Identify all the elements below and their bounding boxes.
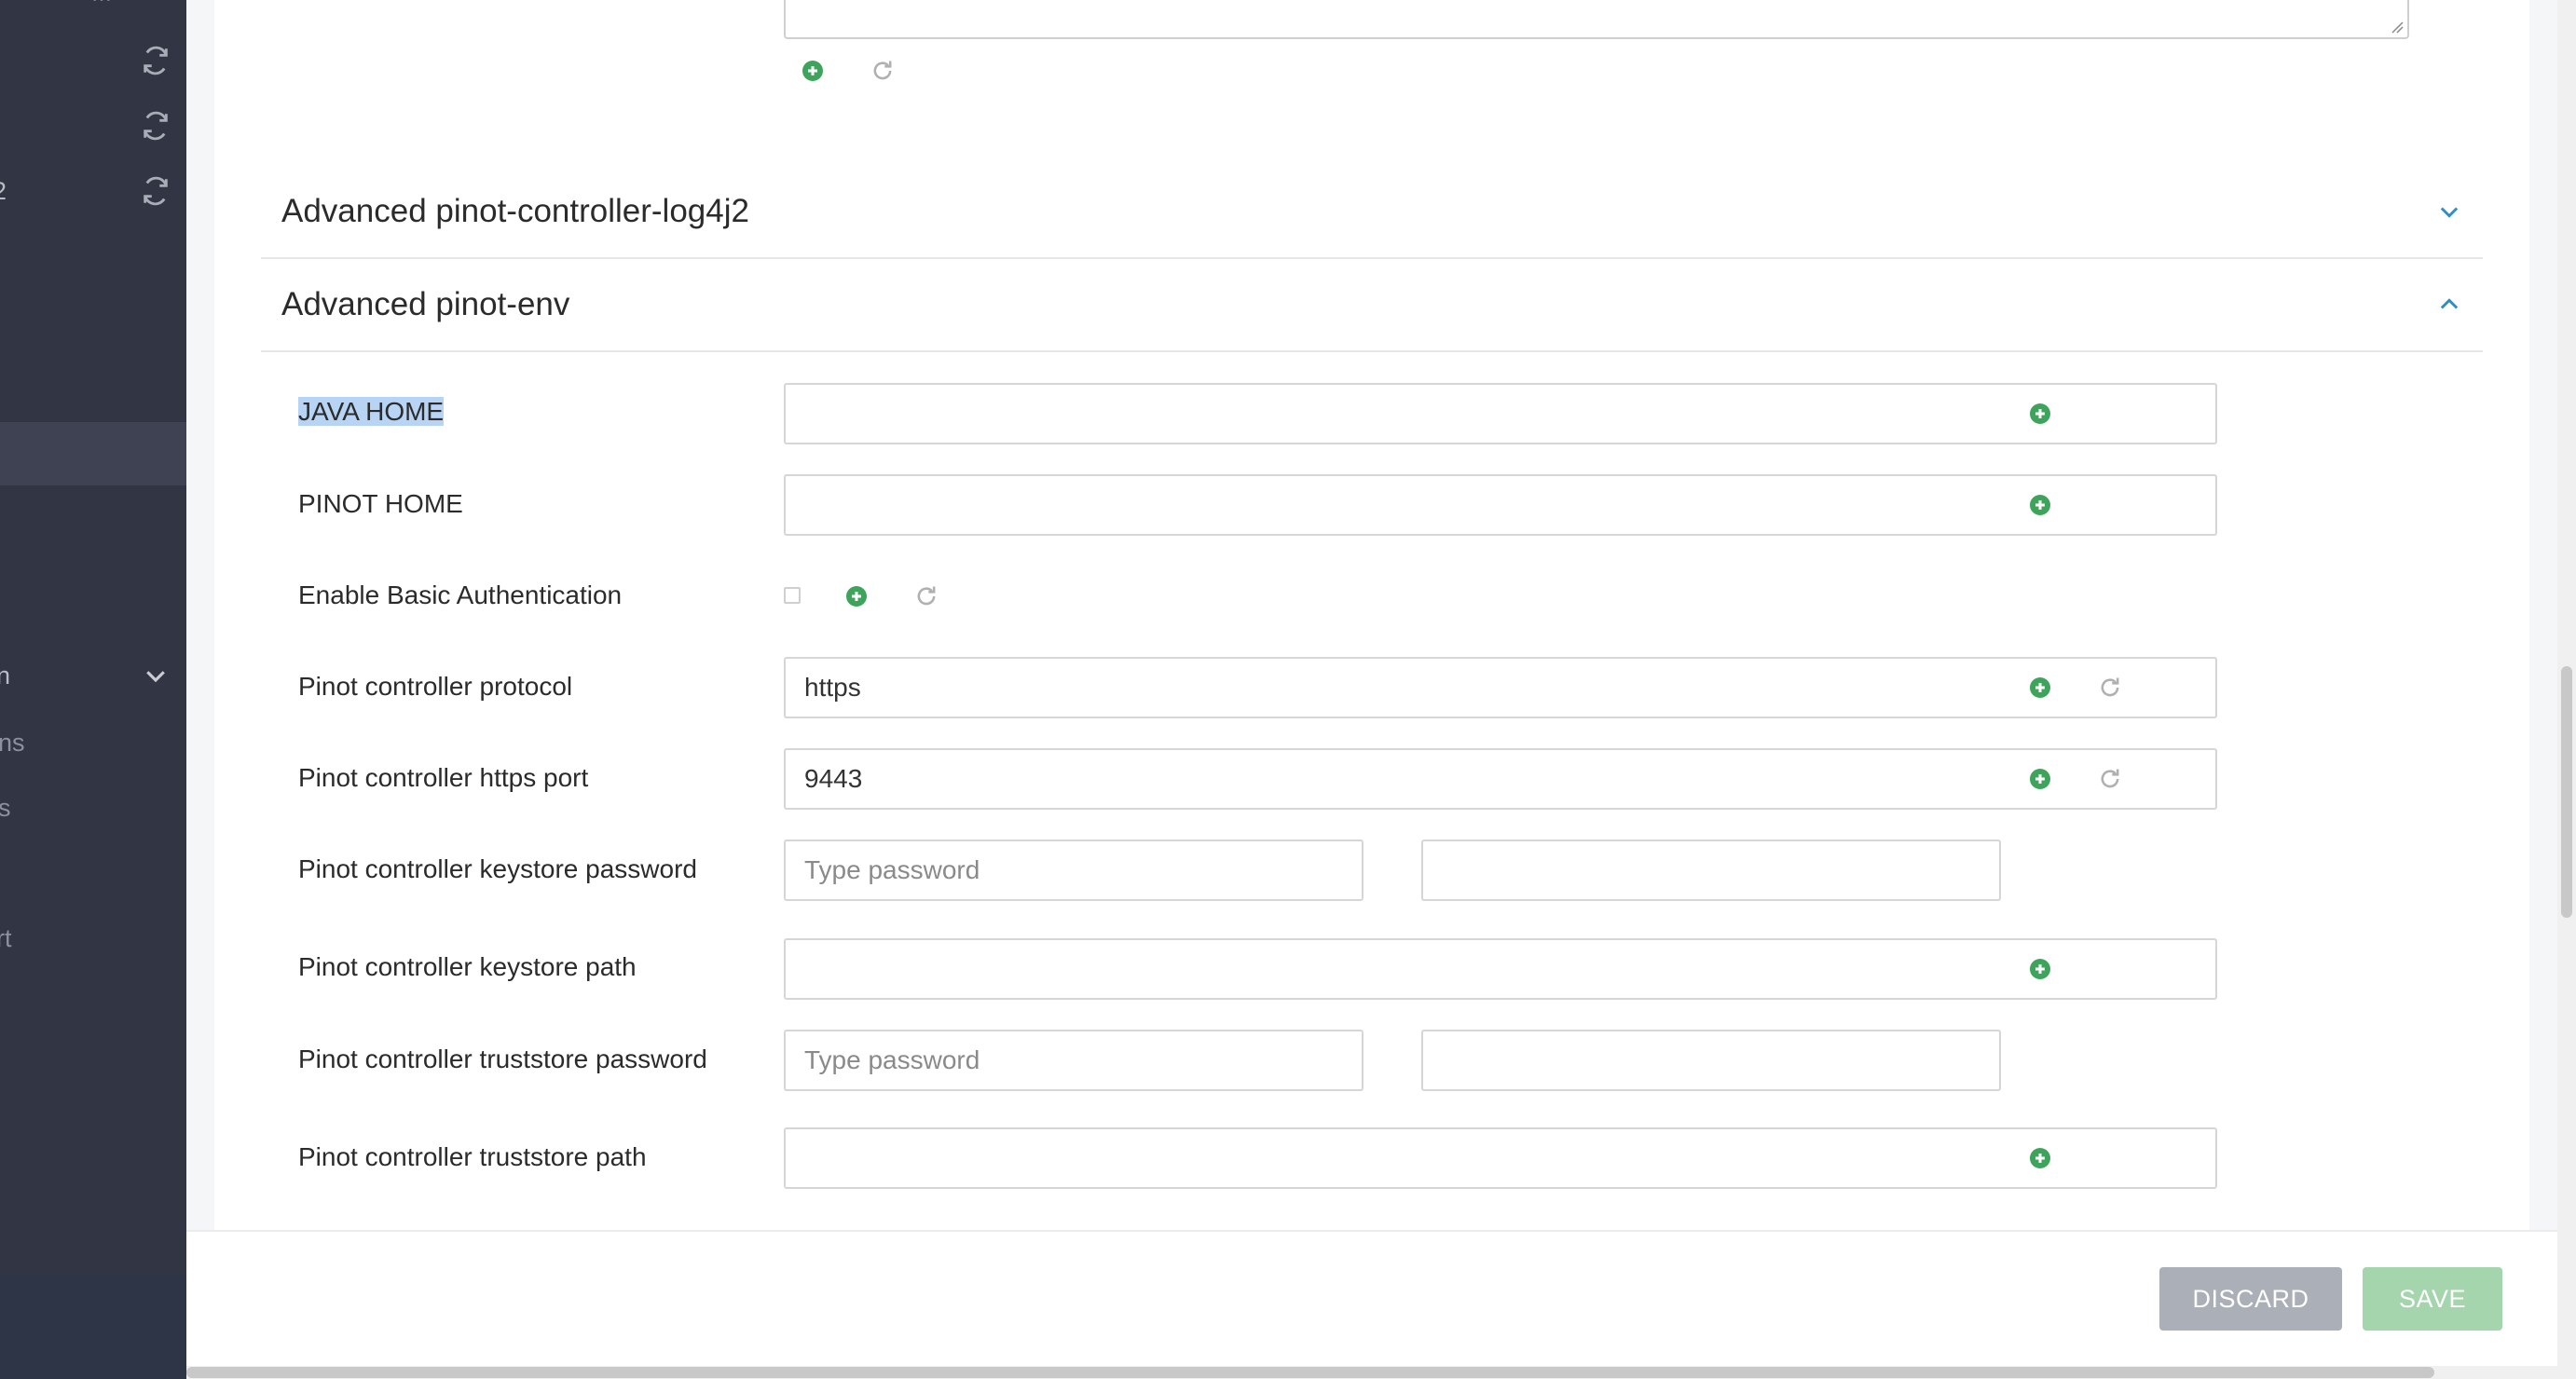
truststore-password-input[interactable] [784,1030,1363,1091]
sidebar-subitem-fragment[interactable]: ns [0,729,25,758]
sidebar: ⋯ 2 n ns s rt [0,0,186,1379]
keystore-path-input[interactable] [784,938,2217,1000]
undo-icon[interactable] [2097,766,2123,792]
protocol-input[interactable] [784,657,2217,718]
add-icon[interactable] [2029,1147,2051,1169]
chevron-down-icon[interactable] [2436,198,2462,225]
chevron-down-icon[interactable] [142,662,170,690]
sidebar-footer [0,1274,186,1379]
truststore-path-label: Pinot controller truststore path [298,1142,647,1171]
sidebar-item-fragment[interactable]: 2 [0,177,7,206]
truststore-password-confirm-input[interactable] [1421,1030,2001,1091]
section-title: Advanced pinot-env [281,286,570,322]
undo-icon[interactable] [870,58,896,84]
add-icon[interactable] [2029,494,2051,516]
refresh-icon[interactable] [140,110,171,142]
truststore-password-label: Pinot controller truststore password [298,1044,707,1073]
keystore-password-input[interactable] [784,840,1363,901]
section-header-log4j2[interactable]: Advanced pinot-controller-log4j2 [261,166,2483,259]
textarea-field[interactable] [784,0,2409,39]
sidebar-item-active[interactable] [0,422,186,485]
refresh-icon[interactable] [140,175,171,207]
sidebar-subitem-fragment[interactable]: rt [0,924,12,953]
sidebar-subitem-fragment[interactable]: s [0,794,11,823]
section-title: Advanced pinot-controller-log4j2 [281,193,749,229]
basic-auth-label: Enable Basic Authentication [298,580,623,609]
undo-icon[interactable] [2097,675,2123,701]
add-icon[interactable] [802,60,824,82]
keystore-password-label: Pinot controller keystore password [298,854,697,883]
section-header-pinot-env[interactable]: Advanced pinot-env [261,259,2483,352]
resize-grip-icon[interactable] [2391,20,2404,34]
truststore-path-input[interactable] [784,1127,2217,1189]
footer-bar: DISCARD SAVE [186,1230,2557,1367]
pinot-home-label: PINOT HOME [298,489,463,518]
add-icon[interactable] [2029,676,2051,699]
sidebar-item-fragment[interactable]: n [0,662,10,690]
config-panel: Advanced pinot-controller-log4j2 Advance… [214,0,2529,1230]
protocol-label: Pinot controller protocol [298,672,573,701]
vertical-scrollbar-thumb[interactable] [2561,666,2572,918]
java-home-input[interactable] [784,383,2217,444]
add-icon[interactable] [2029,958,2051,980]
discard-button[interactable]: DISCARD [2159,1267,2342,1331]
horizontal-scrollbar-thumb[interactable] [186,1367,2434,1378]
basic-auth-checkbox[interactable] [784,587,801,604]
keystore-password-confirm-input[interactable] [1421,840,2001,901]
pinot-home-input[interactable] [784,474,2217,536]
save-button[interactable]: SAVE [2363,1267,2502,1331]
https-port-input[interactable] [784,748,2217,810]
refresh-icon[interactable] [140,45,171,76]
undo-icon[interactable] [913,583,939,609]
add-icon[interactable] [2029,403,2051,425]
java-home-label: JAVA HOME [298,397,445,426]
add-icon[interactable] [2029,768,2051,790]
chevron-up-icon[interactable] [2436,292,2462,318]
more-icon[interactable]: ⋯ [91,0,117,9]
add-icon[interactable] [845,585,868,608]
keystore-path-label: Pinot controller keystore path [298,952,637,981]
field-label: JAVA HOME [298,397,445,427]
https-port-label: Pinot controller https port [298,763,589,792]
